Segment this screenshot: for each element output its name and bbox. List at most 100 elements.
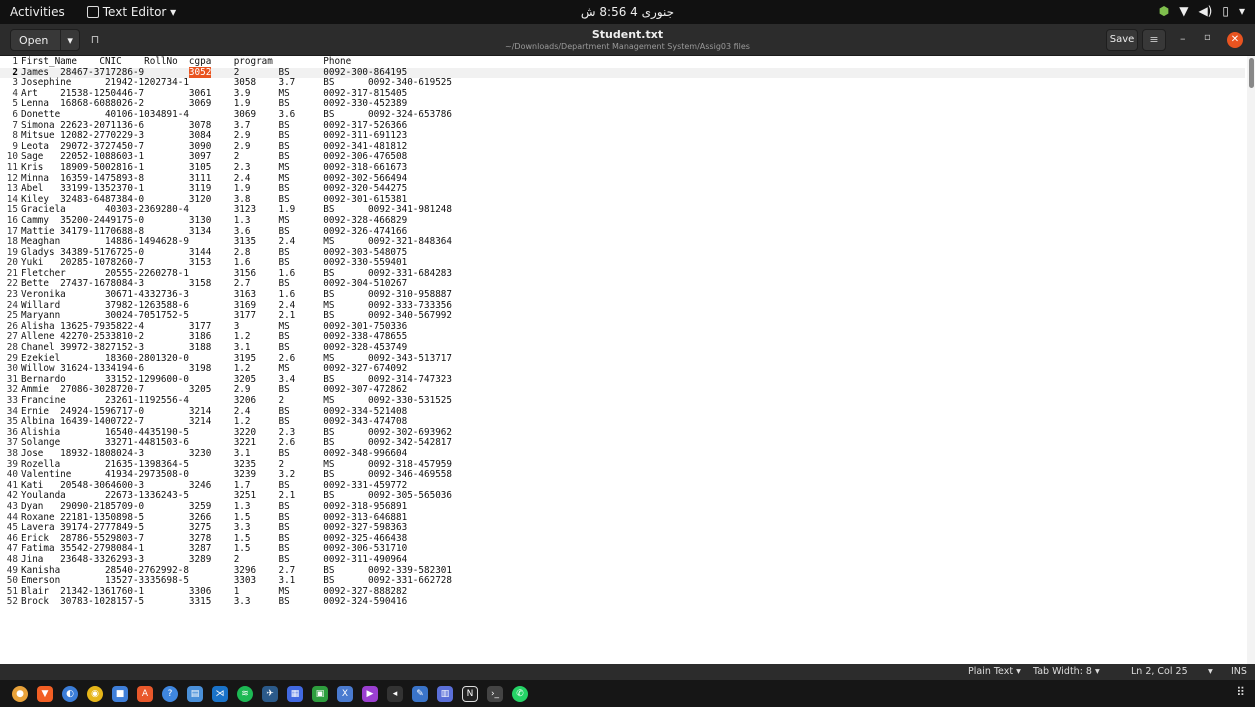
activities-button[interactable]: Activities: [0, 5, 75, 19]
line-text[interactable]: Fatima 35542-2798084-1 3287 1.5 BS 0092-…: [21, 543, 407, 555]
line-text[interactable]: Leota 29072-3727450-7 3090 2.9 BS 0092-3…: [21, 141, 407, 152]
nav-icon[interactable]: ◂: [387, 685, 403, 702]
line-text[interactable]: Abel 33199-1352370-1 3119 1.9 BS 0092-32…: [21, 183, 407, 194]
camera-icon[interactable]: ◉: [87, 685, 103, 702]
line-text[interactable]: Kati 20548-3064600-3 3246 1.7 BS 0092-33…: [21, 480, 407, 491]
line-text[interactable]: Meaghan 14886-1494628-9 3135 2.4 MS 0092…: [21, 236, 452, 247]
media-icon[interactable]: ▶: [362, 685, 378, 702]
line-text[interactable]: Lenna 16868-6088026-2 3069 1.9 BS 0092-3…: [21, 98, 407, 110]
notes-icon[interactable]: ■: [112, 685, 128, 702]
calc-icon[interactable]: ▥: [437, 685, 453, 702]
text-editor-area[interactable]: 1 First_Name CNIC RollNo cgpa program Pho…: [0, 56, 1255, 664]
line-text[interactable]: Ezekiel 18360-2801320-0 3195 2.6 MS 0092…: [21, 353, 452, 364]
terminal-icon[interactable]: ›_: [487, 685, 503, 702]
line-text[interactable]: Dyan 29090-2185709-0 3259 1.3 BS 0092-31…: [21, 501, 407, 512]
line-text[interactable]: Art 21538-1250446-7 3061 3.9 MS 0092-317…: [21, 88, 407, 99]
line-text[interactable]: Chanel 39972-3827152-3 3188 3.1 BS 0092-…: [21, 342, 407, 353]
line-text[interactable]: Mattie 34179-1170688-8 3134 3.6 BS 0092-…: [21, 226, 407, 237]
line-text[interactable]: Jose 18932-1808024-3 3230 3.1 BS 0092-34…: [21, 448, 407, 459]
cursor-position[interactable]: Ln 2, Col 25: [1131, 666, 1188, 677]
brave-icon[interactable]: ▼: [37, 685, 53, 702]
text-line[interactable]: 52 Brock 30783-1028157-5 3315 3.3 BS 0092…: [0, 596, 1245, 608]
minimize-button[interactable]: –: [1180, 32, 1186, 45]
line-text[interactable]: Alisha 13625-7935822-4 3177 3 MS 0092-30…: [21, 321, 407, 332]
line-text[interactable]: Willow 31624-1334194-6 3198 1.2 MS 0092-…: [21, 363, 407, 374]
line-text[interactable]: Brock 30783-1028157-5 3315 3.3 BS 0092-3…: [21, 596, 407, 607]
line-text[interactable]: Valentine 41934-2973508-0 3239 3.2 BS 00…: [21, 469, 452, 480]
volume-icon[interactable]: ◀): [1198, 4, 1212, 18]
chevron-down-icon[interactable]: ▾: [1208, 666, 1213, 677]
docs-icon[interactable]: ▤: [187, 685, 203, 702]
line-text[interactable]: Simona 22623-2071136-6 3078 3.7 BS 0092-…: [21, 120, 407, 131]
vscode-icon[interactable]: ⋊: [212, 685, 228, 702]
line-text[interactable]: Sage 22052-1088603-1 3097 2 BS 0092-306-…: [21, 151, 407, 163]
files-icon[interactable]: ◐: [62, 685, 78, 702]
line-text[interactable]: James 28467-3717286-9 3052 2 BS 0092-300…: [21, 66, 407, 78]
editor-lines[interactable]: 1 First_Name CNIC RollNo cgpa program Pho…: [0, 56, 1245, 608]
line-text[interactable]: Josephine 21942-1202734-1 3058 3.7 BS 00…: [21, 77, 452, 88]
line-text[interactable]: Emerson 13527-3335698-5 3303 3.1 BS 0092…: [21, 575, 452, 586]
insert-mode[interactable]: INS: [1231, 666, 1247, 677]
header-bar: Open ▾ ⊓ Student.txt ~/Downloads/Departm…: [0, 24, 1255, 56]
line-text[interactable]: Erick 28786-5529803-7 3278 1.5 BS 0092-3…: [21, 533, 407, 544]
line-text[interactable]: Ernie 24924-1596717-0 3214 2.4 BS 0092-3…: [21, 406, 407, 417]
battery-icon[interactable]: ▯: [1222, 4, 1229, 18]
line-text[interactable]: Gladys 34389-5176725-0 3144 2.8 BS 0092-…: [21, 247, 407, 258]
line-text[interactable]: Fletcher 20555-2260278-1 3156 1.6 BS 009…: [21, 268, 452, 279]
line-text[interactable]: Veronika 30671-4332736-3 3163 1.6 BS 009…: [21, 289, 452, 300]
line-text[interactable]: Bette 27437-1678084-3 3158 2.7 BS 0092-3…: [21, 278, 407, 290]
chrome-icon[interactable]: ●: [12, 685, 28, 702]
selected-text[interactable]: 3052: [188, 66, 212, 78]
line-text[interactable]: Donette 40106-1034891-4 3069 3.6 BS 0092…: [21, 109, 452, 120]
line-text[interactable]: Francine 23261-1192556-4 3206 2 MS 0092-…: [21, 395, 452, 406]
close-button[interactable]: ✕: [1227, 32, 1243, 48]
line-text[interactable]: Blair 21342-1361760-1 3306 1 MS 0092-327…: [21, 586, 407, 597]
line-text[interactable]: Jina 23648-3326293-3 3289 2 BS 0092-311-…: [21, 554, 407, 565]
hamburger-menu-button[interactable]: ≡: [1142, 29, 1166, 51]
tab-width-selector[interactable]: Tab Width: 8 ▾: [1033, 666, 1100, 677]
circuit-icon[interactable]: ▣: [312, 685, 328, 702]
calendar-icon[interactable]: ▦: [287, 685, 303, 702]
line-text[interactable]: Ammie 27086-3028720-7 3205 2.9 BS 0092-3…: [21, 384, 407, 396]
steam-icon[interactable]: ✈: [262, 685, 278, 702]
line-text[interactable]: Youlanda 22673-1336243-5 3251 2.1 BS 009…: [21, 490, 452, 502]
shield-icon[interactable]: ⬢: [1159, 4, 1169, 18]
text-editor-icon[interactable]: ✎: [412, 685, 428, 702]
vertical-scrollbar[interactable]: [1247, 56, 1255, 664]
show-apps-icon[interactable]: ⠿: [1236, 685, 1245, 699]
line-text[interactable]: Rozella 21635-1398364-5 3235 2 MS 0092-3…: [21, 459, 452, 470]
help-icon[interactable]: ?: [162, 685, 178, 702]
line-text[interactable]: Yuki 20285-1078260-7 3153 1.6 BS 0092-33…: [21, 257, 407, 268]
app-menu[interactable]: Text Editor ▾: [75, 5, 176, 19]
save-button[interactable]: Save: [1106, 29, 1138, 51]
software-icon[interactable]: A: [137, 685, 153, 702]
wifi-icon[interactable]: ▼: [1179, 4, 1188, 18]
clock[interactable]: جنوری 4 8:56 ش: [0, 5, 1255, 19]
line-text[interactable]: Solange 33271-4481503-6 3221 2.6 BS 0092…: [21, 437, 452, 449]
line-text[interactable]: Albina 16439-1400722-7 3214 1.2 BS 0092-…: [21, 416, 407, 427]
line-text[interactable]: Bernardo 33152-1299600-0 3205 3.4 BS 009…: [21, 374, 452, 385]
line-text[interactable]: Cammy 35200-2449175-0 3130 1.3 MS 0092-3…: [21, 215, 407, 226]
line-text[interactable]: Allene 42270-2533810-2 3186 1.2 BS 0092-…: [21, 331, 407, 343]
line-text[interactable]: Kiley 32483-6487384-0 3120 3.8 BS 0092-3…: [21, 194, 407, 205]
line-text[interactable]: Graciela 40303-2369280-4 3123 1.9 BS 009…: [21, 204, 452, 216]
scrollbar-thumb[interactable]: [1249, 58, 1254, 88]
line-text[interactable]: Alishia 16540-4435190-5 3220 2.3 BS 0092…: [21, 427, 452, 438]
line-text[interactable]: Roxane 22181-1350898-5 3266 1.5 BS 0092-…: [21, 512, 407, 523]
line-text[interactable]: Maryann 30024-7051752-5 3177 2.1 BS 0092…: [21, 310, 452, 321]
line-text[interactable]: Kris 18909-5002816-1 3105 2.3 MS 0092-31…: [21, 162, 407, 173]
maximize-button[interactable]: ▫: [1204, 32, 1211, 43]
spotify-icon[interactable]: ≋: [237, 685, 253, 702]
menu-arrow-icon[interactable]: ▾: [1239, 4, 1245, 18]
language-selector[interactable]: Plain Text ▾: [968, 666, 1021, 677]
line-text[interactable]: Mitsue 12082-2770229-3 3084 2.9 BS 0092-…: [21, 130, 407, 141]
spreadsheet-icon[interactable]: X: [337, 685, 353, 702]
system-tray[interactable]: ⬢ ▼ ◀) ▯ ▾: [1159, 4, 1245, 18]
line-text[interactable]: Kanisha 28540-2762992-8 3296 2.7 BS 0092…: [21, 565, 452, 576]
line-text[interactable]: Willard 37982-1263588-6 3169 2.4 MS 0092…: [21, 300, 452, 311]
whatsapp-icon[interactable]: ✆: [512, 685, 528, 702]
notion-icon[interactable]: N: [462, 685, 478, 702]
line-text[interactable]: First_Name CNIC RollNo cgpa program Phon…: [21, 56, 351, 67]
line-text[interactable]: Minna 16359-1475893-8 3111 2.4 MS 0092-3…: [21, 173, 407, 184]
line-text[interactable]: Lavera 39174-2777849-5 3275 3.3 BS 0092-…: [21, 522, 407, 533]
